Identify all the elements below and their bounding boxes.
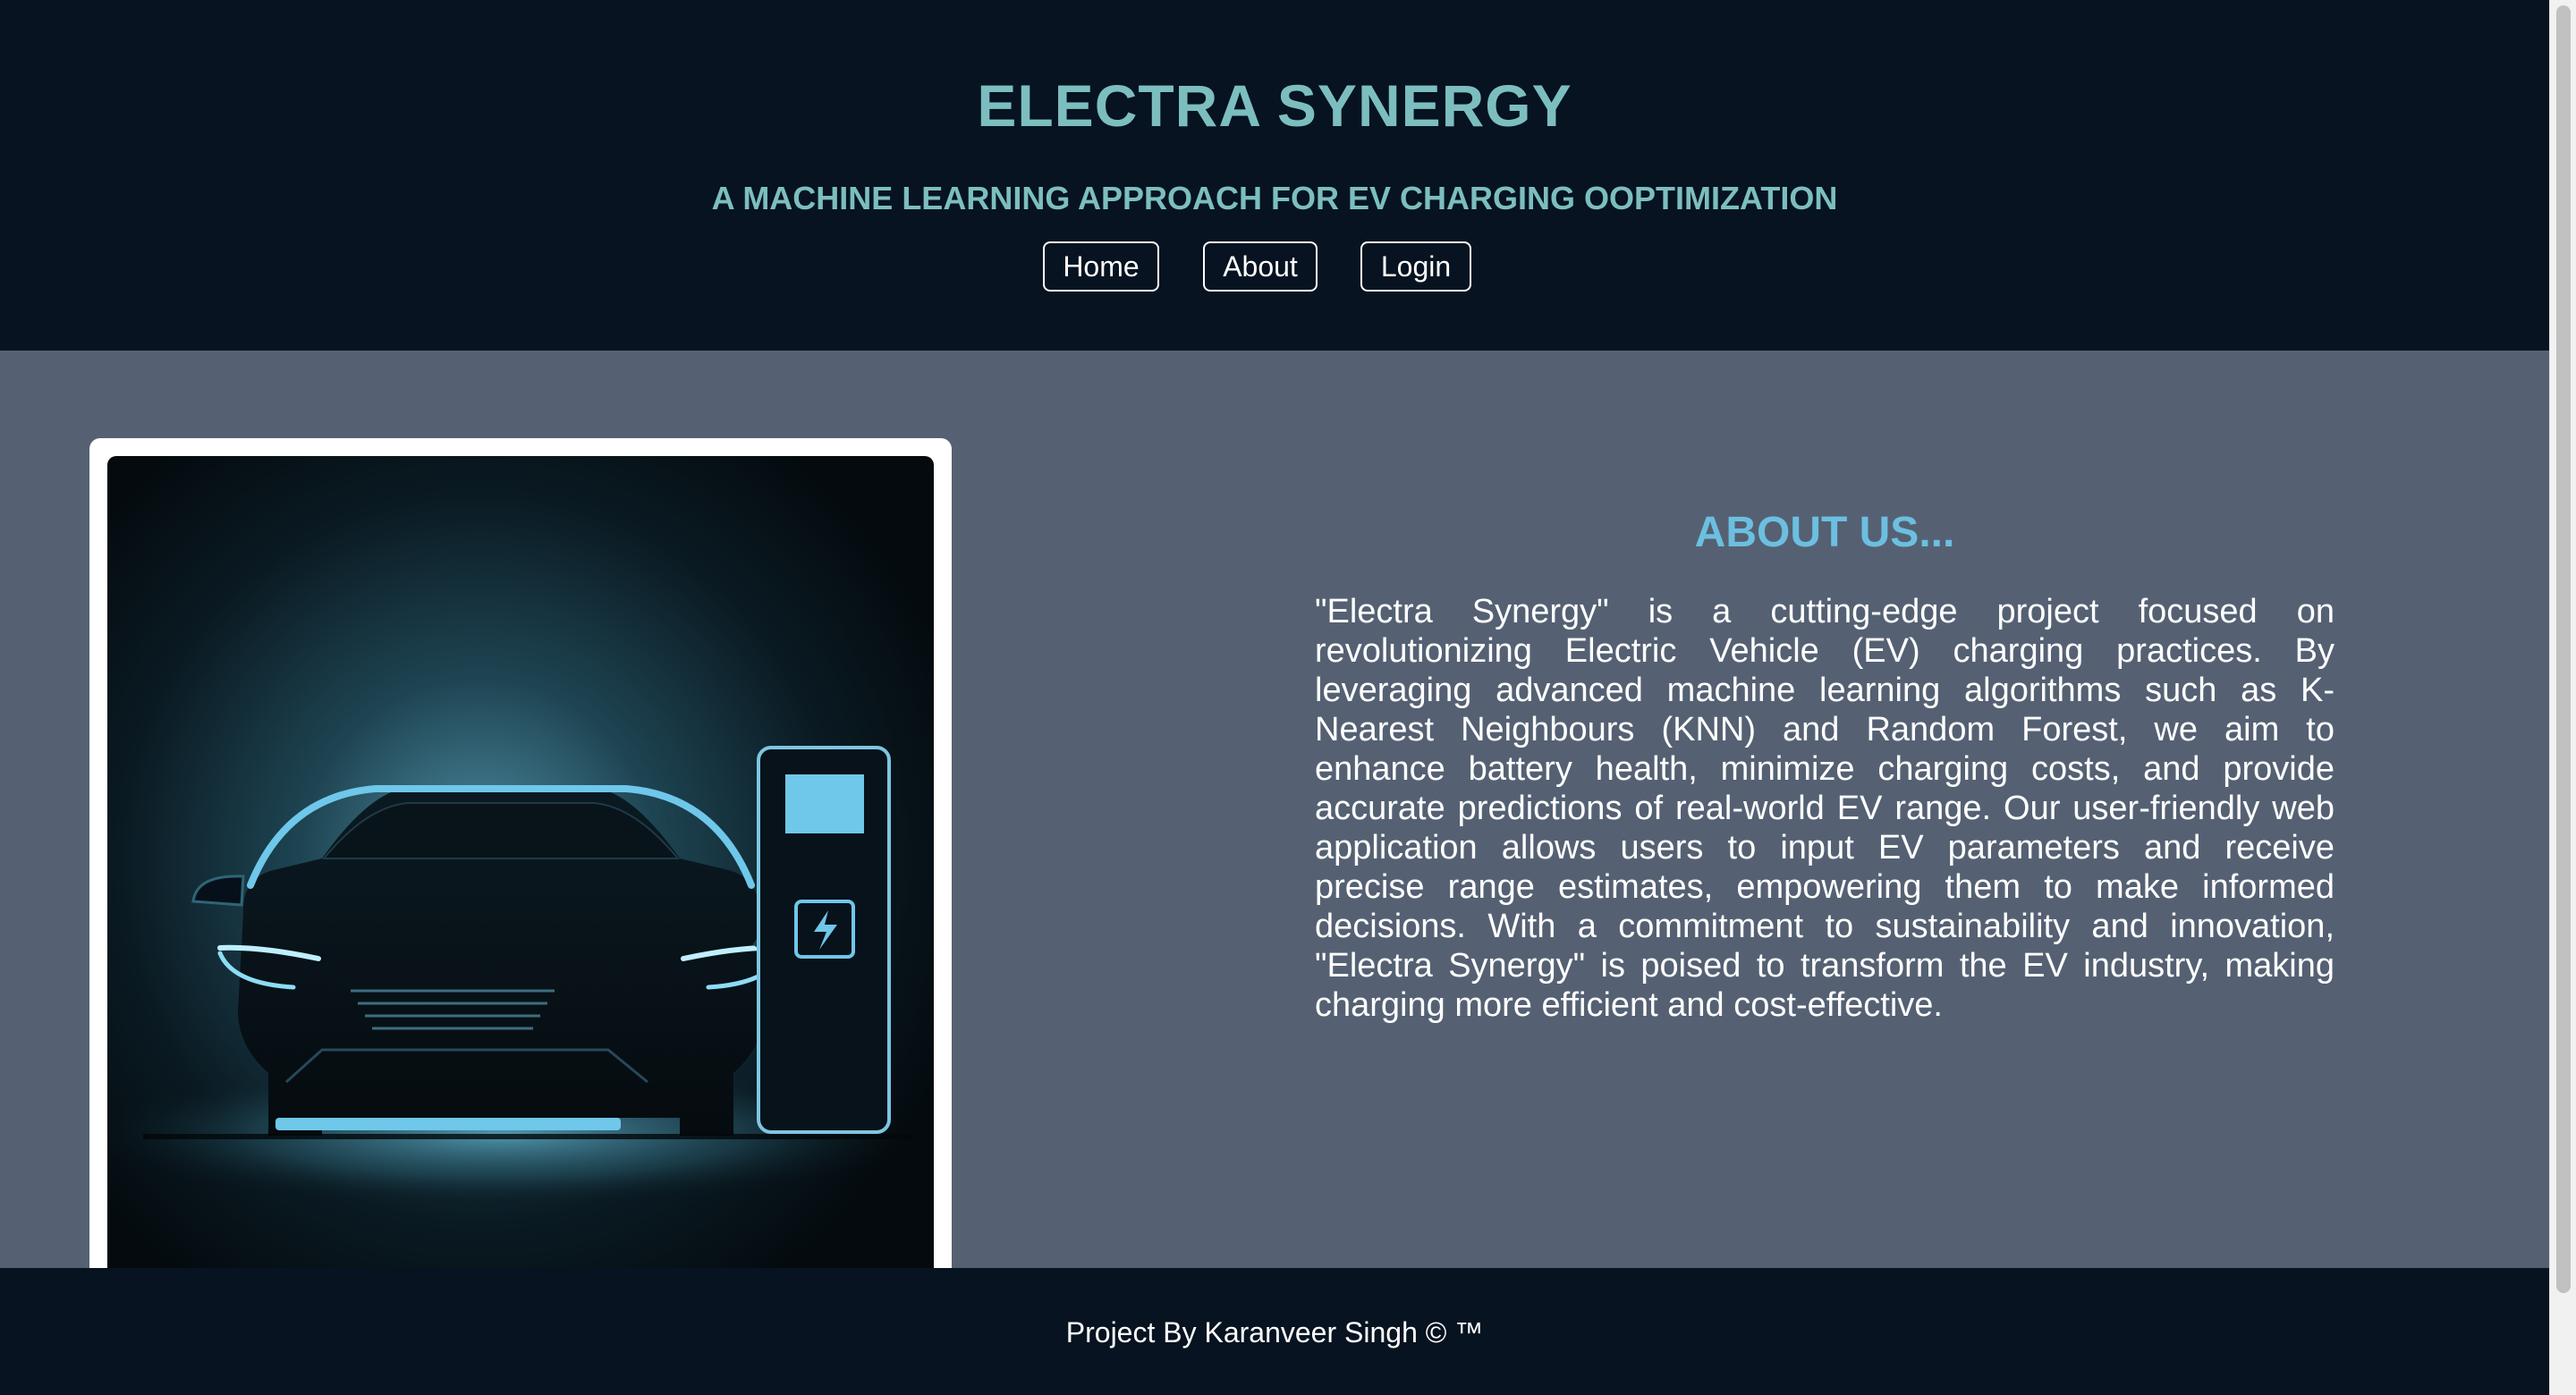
main-nav: Home About Login (0, 241, 2549, 295)
vertical-scrollbar[interactable] (2549, 0, 2576, 1395)
page: ELECTRA SYNERGY A MACHINE LEARNING APPRO… (0, 0, 2576, 1395)
about-title: ABOUT US... (1694, 509, 1955, 556)
scrollbar-thumb[interactable] (2556, 5, 2571, 1293)
electric-car-charging-icon (107, 456, 934, 1268)
site-footer: Project By Karanveer Singh © ™ (0, 1268, 2549, 1395)
site-subtitle: A MACHINE LEARNING APPROACH FOR EV CHARG… (711, 180, 1838, 216)
footer-credit: Project By Karanveer Singh © ™ (1065, 1316, 1484, 1348)
about-description: "Electra Synergy" is a cutting-edge proj… (1315, 593, 2334, 1024)
site-title: ELECTRA SYNERGY (977, 72, 1572, 139)
site-header: ELECTRA SYNERGY A MACHINE LEARNING APPRO… (0, 0, 2549, 351)
hero-image-frame (89, 438, 952, 1268)
main-content: ABOUT US... "Electra Synergy" is a cutti… (0, 351, 2549, 1268)
nav-login-button[interactable]: Login (1360, 241, 1471, 292)
nav-about-button[interactable]: About (1203, 241, 1318, 292)
nav-home-button[interactable]: Home (1043, 241, 1159, 292)
